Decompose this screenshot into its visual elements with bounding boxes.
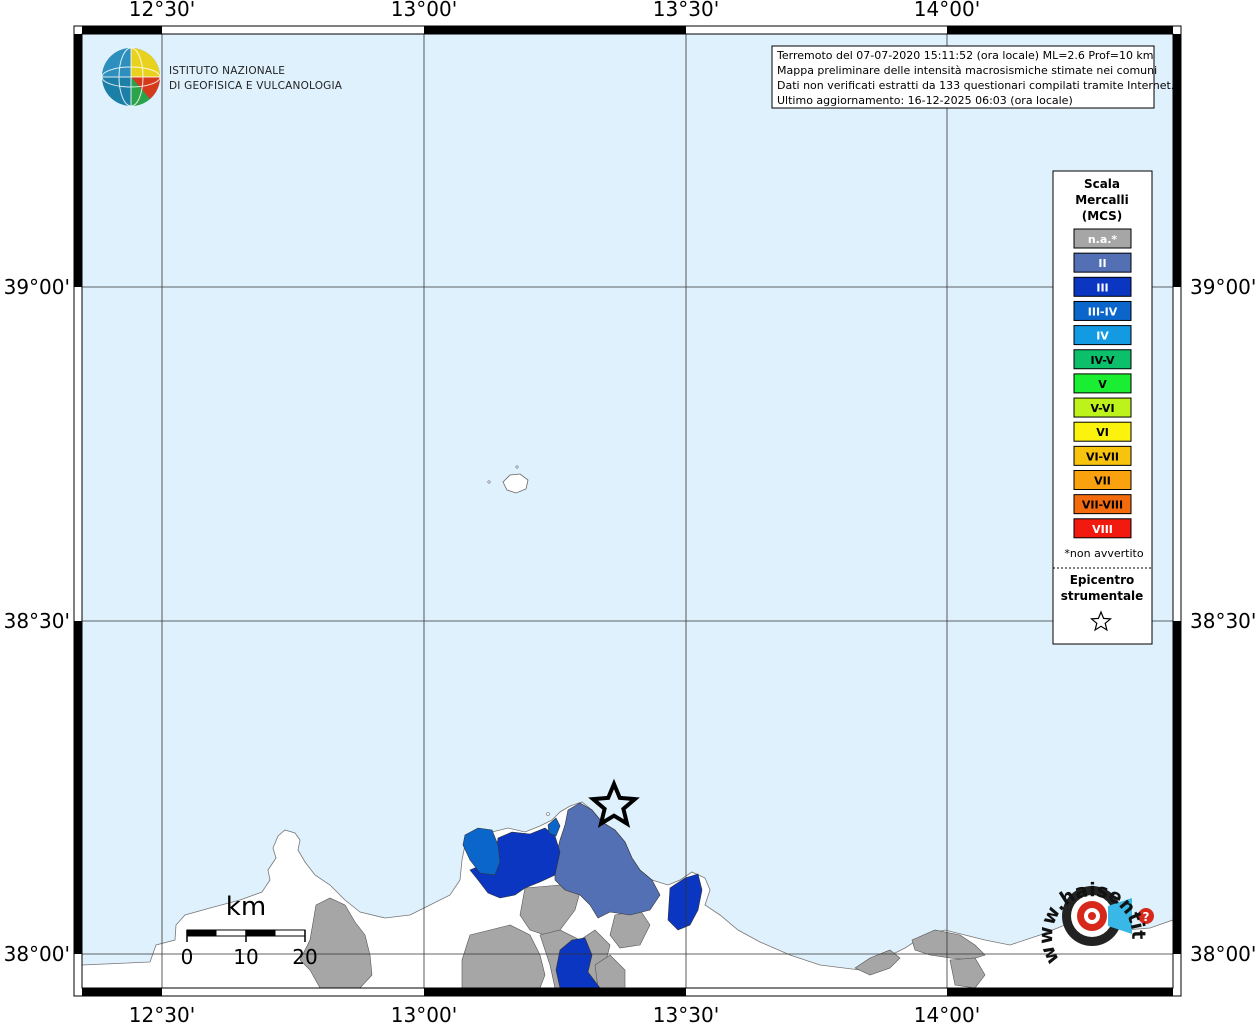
legend-label: V-VI — [1090, 402, 1114, 415]
tick-label: 38°30' — [1190, 609, 1255, 633]
legend-label: III-IV — [1088, 305, 1118, 318]
logo-text-line1: ISTITUTO NAZIONALE — [169, 65, 285, 77]
tick-label: 13°30' — [653, 0, 719, 21]
right-tick-labels: 39°00' 38°30' 38°00' — [1190, 275, 1255, 966]
legend-label: V — [1098, 378, 1107, 391]
legend-label: IV-V — [1090, 354, 1115, 367]
mcs-legend: Scala Mercalli (MCS) n.a.*IIIIIIII-IVIVI… — [1052, 170, 1153, 645]
intensity-map: 12°30' 13°00' 13°30' 14°00' 12°30' 13°00… — [0, 0, 1255, 1024]
scale-label: 0 — [181, 945, 194, 969]
legend-label: VIII — [1092, 523, 1113, 536]
scale-unit: km — [226, 892, 266, 922]
epicenter-title-line: Epicentro — [1070, 573, 1135, 587]
tick-label: 39°00' — [1190, 275, 1255, 299]
scale-label: 10 — [233, 945, 258, 969]
legend-label: IV — [1096, 330, 1109, 343]
logo-text-line2: DI GEOFISICA E VULCANOLOGIA — [169, 80, 343, 92]
legend-title-line: Mercalli — [1075, 193, 1129, 207]
legend-label: III — [1096, 281, 1108, 294]
legend-note: *non avvertito — [1064, 547, 1143, 560]
legend-label: VII — [1094, 475, 1111, 488]
legend-title-line: Scala — [1084, 177, 1120, 191]
islet — [515, 465, 519, 469]
legend-label: VII-VIII — [1082, 499, 1123, 512]
tick-label: 38°00' — [4, 942, 70, 966]
islet — [487, 480, 491, 484]
legend-label: II — [1098, 257, 1106, 270]
epicenter-title-line: strumentale — [1061, 589, 1144, 603]
tick-label: 38°00' — [1190, 942, 1255, 966]
legend-title-line: (MCS) — [1082, 209, 1123, 223]
tick-label: 13°00' — [391, 0, 457, 21]
left-tick-labels: 39°00' 38°30' 38°00' — [4, 275, 70, 966]
sea-area — [82, 34, 1173, 988]
info-line: Dati non verificati estratti da 133 ques… — [777, 79, 1174, 92]
tick-label: 13°30' — [653, 1003, 719, 1024]
scale-label: 20 — [292, 945, 317, 969]
top-tick-labels: 12°30' 13°00' 13°30' 14°00' — [129, 0, 980, 21]
bottom-tick-labels: 12°30' 13°00' 13°30' 14°00' — [129, 1003, 980, 1024]
tick-label: 13°00' — [391, 1003, 457, 1024]
legend-label: VI — [1096, 426, 1109, 439]
info-line: Mappa preliminare delle intensità macros… — [777, 64, 1157, 77]
globe-icon — [101, 47, 161, 107]
tick-label: 14°00' — [914, 0, 980, 21]
tick-label: 14°00' — [914, 1003, 980, 1024]
info-line: Ultimo aggiornamento: 16-12-2025 06:03 (… — [777, 94, 1073, 107]
event-info-box: Terremoto del 07-07-2020 15:11:52 (ora l… — [771, 45, 1174, 109]
tick-label: 12°30' — [129, 0, 195, 21]
legend-label: VI-VII — [1086, 450, 1119, 463]
info-line: Terremoto del 07-07-2020 15:11:52 (ora l… — [776, 49, 1154, 62]
tick-label: 12°30' — [129, 1003, 195, 1024]
legend-label: n.a.* — [1088, 233, 1118, 246]
islet — [546, 812, 550, 816]
tick-label: 38°30' — [4, 609, 70, 633]
tick-label: 39°00' — [4, 275, 70, 299]
